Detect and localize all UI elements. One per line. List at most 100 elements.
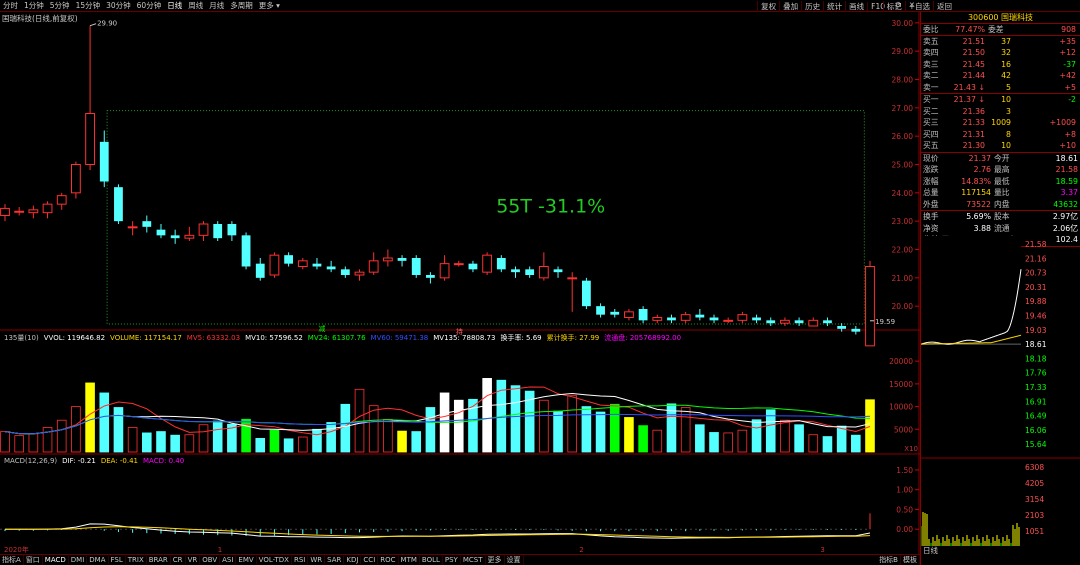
candle-body bbox=[14, 210, 25, 213]
macd-tick-label: 0.00 bbox=[896, 525, 913, 534]
order-row: 买一 21.37 ↓ 10 -2 bbox=[923, 95, 1076, 104]
volume-bar bbox=[737, 429, 748, 453]
price-tick-label: 25.00 bbox=[892, 161, 914, 170]
indicator-tab[interactable]: 指标A bbox=[0, 555, 24, 565]
candle-body bbox=[652, 317, 663, 321]
candle bbox=[382, 249, 393, 267]
macd-legend: MACD(12,26,9) DIF: -0.21 DEA: -0.41 MACD: 0… bbox=[4, 457, 189, 465]
indicator-tab[interactable]: PSY bbox=[443, 556, 461, 564]
candle-body bbox=[525, 269, 535, 275]
volume-bar bbox=[609, 403, 620, 453]
indicator-tab[interactable]: DMI bbox=[69, 556, 88, 564]
tool-button[interactable]: 返回 bbox=[933, 0, 955, 12]
indicator-tab[interactable]: 指标B bbox=[877, 555, 901, 565]
candle-body bbox=[227, 224, 237, 236]
volume-bar bbox=[567, 395, 578, 453]
box-label-top: 减 bbox=[318, 324, 325, 333]
volume-bar bbox=[297, 436, 308, 453]
volume-bar bbox=[14, 435, 24, 453]
indicator-tab[interactable]: MCST bbox=[461, 556, 486, 564]
indicator-tab[interactable]: OBV bbox=[200, 556, 221, 564]
indicator-tab[interactable]: SAR bbox=[325, 556, 345, 564]
candle-body bbox=[156, 229, 166, 236]
indicator-tab[interactable]: 模板 bbox=[901, 555, 920, 565]
candle bbox=[354, 269, 365, 281]
candle-body bbox=[99, 141, 109, 182]
volume-bar bbox=[269, 429, 280, 453]
volume-bar bbox=[709, 432, 719, 453]
indicator-tab[interactable]: ASI bbox=[220, 556, 237, 564]
mini-price-tick: 17.76 bbox=[1025, 369, 1047, 378]
candle-body bbox=[213, 224, 223, 239]
candle-body bbox=[553, 269, 563, 273]
indicator-tab[interactable]: MTM bbox=[399, 556, 420, 564]
candle bbox=[482, 252, 493, 275]
candle-body bbox=[837, 326, 847, 329]
indicator-tab[interactable]: DMA bbox=[87, 556, 109, 564]
candle bbox=[213, 221, 223, 241]
candle-body bbox=[482, 254, 493, 273]
order-row: 卖一 21.43 ↓ 5 +5 bbox=[923, 82, 1076, 92]
mini-price-tick: 16.06 bbox=[1025, 426, 1047, 435]
volume-bar bbox=[397, 430, 407, 453]
indicator-tab[interactable]: 设置 bbox=[505, 555, 524, 565]
candle-body bbox=[368, 260, 379, 273]
indicator-tab[interactable]: BRAR bbox=[147, 556, 171, 564]
price-tick-label: 27.00 bbox=[892, 104, 914, 113]
volume-bar bbox=[283, 438, 294, 453]
legend-mv135: MV135: 78808.73 bbox=[433, 334, 496, 342]
candle bbox=[525, 266, 535, 278]
indicator-tab[interactable]: RSI bbox=[292, 556, 309, 564]
candle-body bbox=[511, 269, 520, 273]
indicator-tab[interactable]: WR bbox=[308, 556, 326, 564]
intraday-mini-chart[interactable]: 21.58 21.16 20.73 20.31 19.88 19.46 19.03 18.61… bbox=[921, 236, 1080, 554]
legend-hsl: 换手率: 5.69 bbox=[500, 334, 542, 342]
indicator-tab[interactable]: VR bbox=[186, 556, 201, 564]
high-marker bbox=[89, 23, 97, 27]
candle-body bbox=[610, 311, 620, 315]
candle bbox=[808, 317, 819, 327]
candle bbox=[709, 314, 719, 324]
indicator-tab[interactable]: CR bbox=[171, 556, 186, 564]
low-label: 19.59 bbox=[875, 318, 895, 326]
candle bbox=[766, 317, 776, 326]
candle-body bbox=[439, 263, 450, 279]
order-row: 卖三 21.45 16 -37 bbox=[923, 59, 1076, 69]
indicator-tab[interactable]: MACD bbox=[43, 556, 69, 564]
indicator-tab[interactable]: ROC bbox=[378, 556, 399, 564]
indicator-tab[interactable]: FSL bbox=[109, 556, 126, 564]
volume-bar bbox=[851, 434, 861, 453]
candle-body bbox=[780, 319, 790, 324]
indicator-tab[interactable]: EMV bbox=[236, 556, 257, 564]
candle-body bbox=[695, 314, 705, 318]
candle-body bbox=[411, 258, 421, 275]
volume-tick-label: 10000 bbox=[889, 403, 913, 412]
legend-volume: VOLUME: 117154.17 bbox=[110, 334, 182, 342]
candle bbox=[680, 311, 691, 324]
kline-chart[interactable]: 30.0029.0028.0027.0026.0025.0024.0023.00… bbox=[0, 0, 920, 554]
indicator-tab[interactable]: TRIX bbox=[126, 556, 147, 564]
indicator-tab[interactable]: VOL-TDX bbox=[257, 556, 292, 564]
quote-row: 涨跌 2.76 最高 21.58 bbox=[923, 165, 1078, 174]
mini-price-tick: 17.33 bbox=[1025, 383, 1047, 392]
candle-body bbox=[709, 317, 719, 321]
candle-body bbox=[184, 234, 195, 239]
candle bbox=[28, 205, 39, 219]
order-row: 买二 21.36 3 bbox=[923, 106, 1011, 116]
candle bbox=[610, 309, 620, 318]
legend-mv60: MV60: 59471.38 bbox=[370, 334, 429, 342]
volume-bar bbox=[510, 385, 521, 453]
indicator-tab[interactable]: KDJ bbox=[344, 556, 362, 564]
indicator-tab[interactable]: CCI bbox=[361, 556, 379, 564]
mini-bottom-tab[interactable]: 日线 bbox=[923, 545, 938, 556]
volume-bar bbox=[113, 407, 124, 453]
candle bbox=[114, 184, 123, 224]
indicator-tab[interactable]: 窗口 bbox=[24, 555, 43, 565]
indicator-tab[interactable]: 更多 bbox=[486, 555, 505, 565]
indicator-tab[interactable]: BOLL bbox=[420, 556, 443, 564]
mini-volume-tick: 3154 bbox=[1025, 495, 1044, 504]
legend-dif: DIF: -0.21 bbox=[62, 457, 96, 465]
candle bbox=[156, 224, 166, 239]
volume-bar bbox=[751, 419, 762, 453]
candle-body bbox=[737, 314, 748, 321]
